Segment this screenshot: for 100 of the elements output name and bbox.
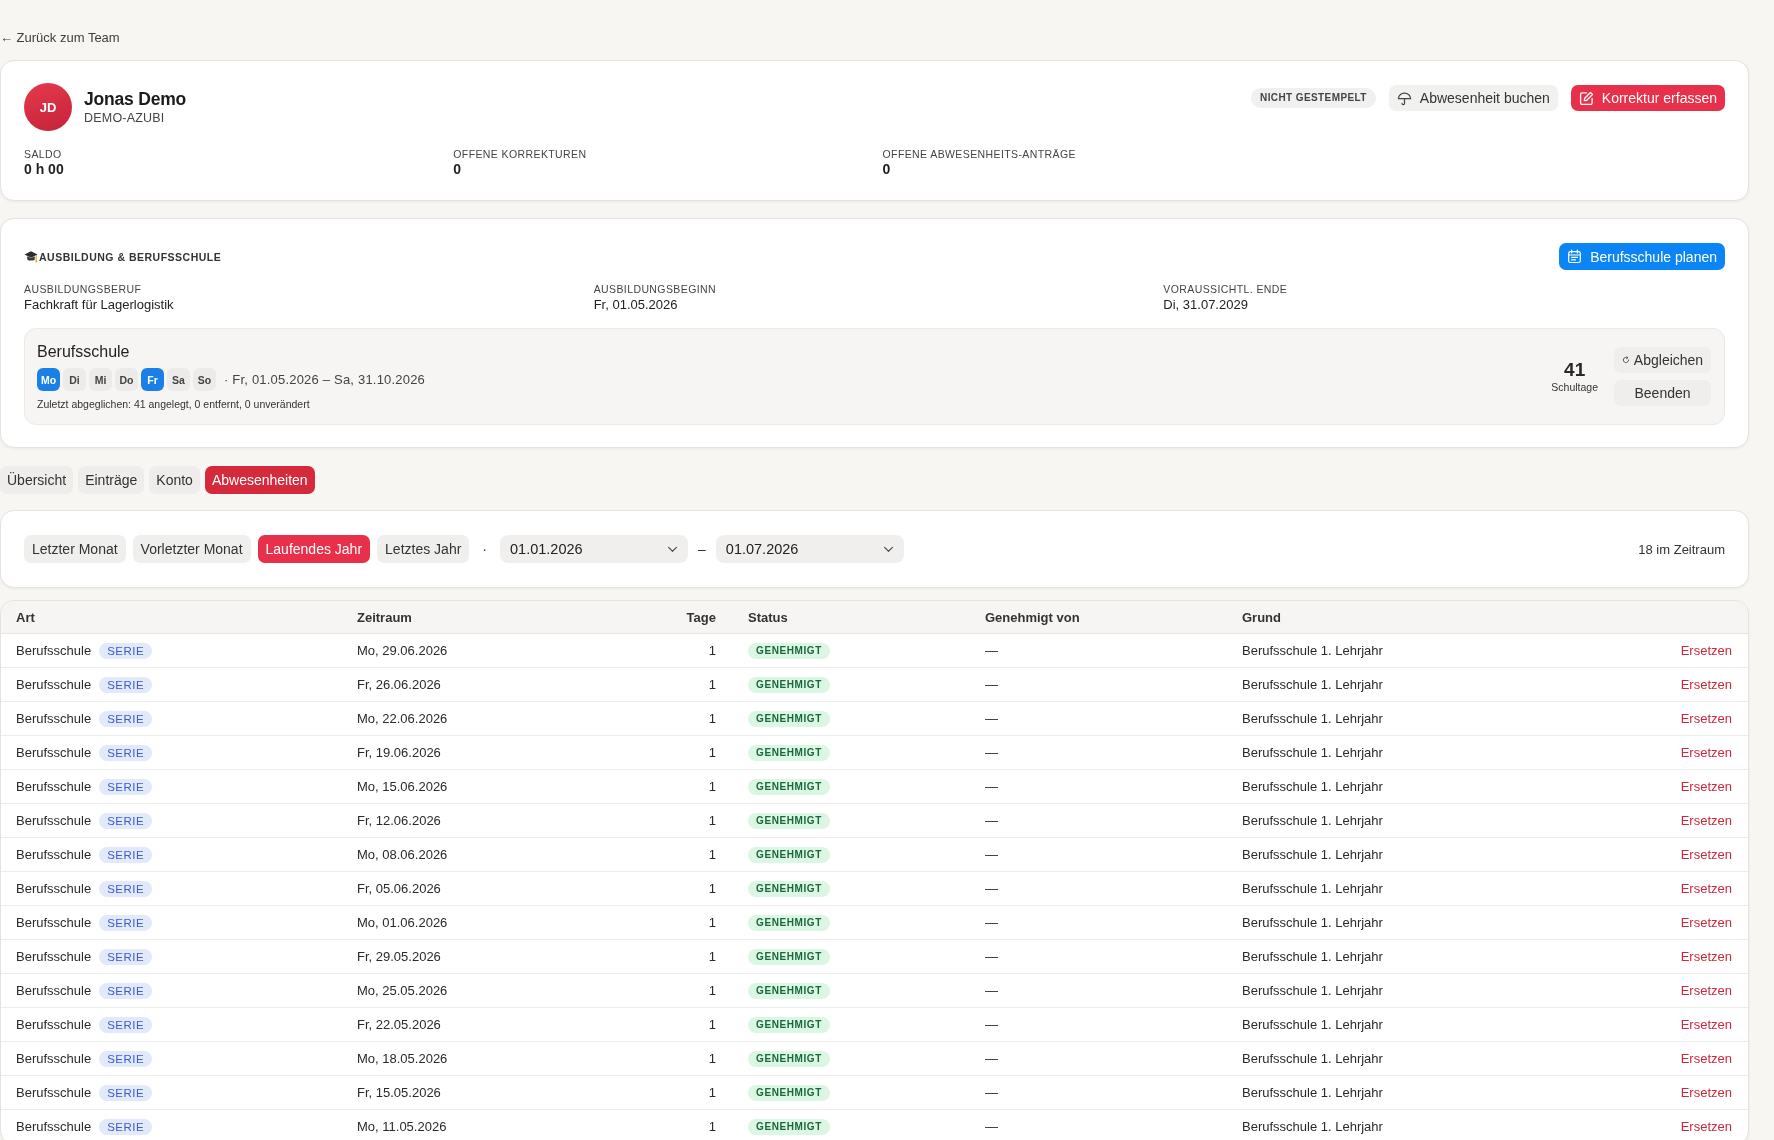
column-header: Status — [747, 609, 789, 625]
replace-link[interactable]: Ersetzen — [1680, 1119, 1732, 1134]
replace-link[interactable]: Ersetzen — [1680, 881, 1732, 896]
table-cell-text: Fr, 19.06.2026 — [357, 745, 442, 760]
table-cell-text: Berufsschule 1. Lehrjahr — [1242, 779, 1384, 794]
replace-link[interactable]: Ersetzen — [1680, 949, 1732, 964]
chevron-down-icon — [882, 545, 894, 553]
preset-button[interactable]: Letzter Monat — [24, 535, 126, 563]
absence-type: Berufsschule — [16, 949, 92, 964]
series-badge: SERIE — [99, 812, 153, 829]
table-cell-text: Mo, 11.05.2026 — [357, 1119, 448, 1134]
tab[interactable]: Abwesenheiten — [204, 466, 315, 494]
table-cell-text: Mo, 15.06.2026 — [357, 779, 449, 794]
status-badge: GENEHMIGT — [748, 676, 830, 693]
replace-link[interactable]: Ersetzen — [1680, 1051, 1732, 1066]
status-badge: GENEHMIGT — [748, 1084, 830, 1101]
result-count: 18 im Zeitraum — [1638, 541, 1725, 557]
back-link[interactable]: ← Zurück zum Team — [0, 30, 120, 46]
status-badge: GENEHMIGT — [748, 1050, 830, 1067]
weekday-chip: Mi — [89, 368, 112, 391]
replace-link[interactable]: Ersetzen — [1680, 813, 1732, 828]
absence-type: Berufsschule — [16, 847, 92, 862]
replace-link[interactable]: Ersetzen — [1680, 677, 1732, 692]
graduation-cap-icon — [24, 250, 38, 263]
stat-value: 0 — [453, 161, 463, 178]
series-badge: SERIE — [99, 778, 153, 795]
table-cell-text: Fr, 15.05.2026 — [357, 1085, 442, 1100]
weekday-chip: Mo — [37, 368, 60, 391]
status-badge: GENEHMIGT — [748, 846, 830, 863]
absence-type: Berufsschule — [16, 643, 92, 658]
preset-button[interactable]: Laufendes Jahr — [257, 535, 371, 563]
sync-button[interactable]: Abgleichen — [1614, 347, 1711, 373]
field-value: Fachkraft für Lagerlogistik — [24, 296, 175, 313]
weekday-chip: Do — [115, 368, 138, 391]
correction-button[interactable]: Korrektur erfassen — [1570, 85, 1725, 111]
table-cell-text: — — [985, 881, 999, 896]
status-badge: GENEHMIGT — [748, 914, 830, 931]
replace-link[interactable]: Ersetzen — [1680, 643, 1732, 658]
end-button[interactable]: Beenden — [1614, 380, 1711, 406]
table-cell-text: — — [985, 949, 999, 964]
series-badge: SERIE — [99, 880, 153, 897]
replace-link[interactable]: Ersetzen — [1680, 745, 1732, 760]
field-label: AUSBILDUNGSBEGINN — [593, 283, 717, 296]
table-cell-text: Mo, 08.06.2026 — [357, 847, 449, 862]
absence-type: Berufsschule — [16, 745, 92, 760]
table-cell-text: 1 — [707, 813, 716, 828]
umbrella-icon — [1396, 90, 1412, 106]
tab[interactable]: Konto — [149, 466, 200, 494]
edit-icon — [1578, 90, 1594, 106]
date-select[interactable]: 01.01.2026 — [500, 535, 688, 563]
table-cell-text: 1 — [707, 1085, 716, 1100]
table-cell-text: 1 — [707, 915, 716, 930]
table-cell-text: Berufsschule 1. Lehrjahr — [1242, 643, 1384, 658]
school-day-label: Schultage — [1551, 381, 1598, 394]
replace-link[interactable]: Ersetzen — [1680, 847, 1732, 862]
replace-link[interactable]: Ersetzen — [1680, 983, 1732, 998]
field-value: Fr, 01.05.2026 — [593, 296, 679, 313]
column-header: Zeitraum — [357, 609, 413, 625]
table-cell-text: 1 — [707, 847, 716, 862]
tab[interactable]: Übersicht — [0, 466, 74, 494]
date-select[interactable]: 01.07.2026 — [715, 535, 904, 563]
weekday-chip: Fr — [141, 368, 164, 391]
table-cell-text: Berufsschule 1. Lehrjahr — [1242, 847, 1384, 862]
table-cell-text: Fr, 22.05.2026 — [357, 1017, 442, 1032]
absence-type: Berufsschule — [16, 813, 92, 828]
preset-button[interactable]: Vorletzter Monat — [132, 535, 251, 563]
column-header: Tage — [685, 609, 716, 625]
column-header: Art — [16, 609, 36, 625]
series-badge: SERIE — [99, 1050, 153, 1067]
status-badge: GENEHMIGT — [748, 982, 830, 999]
series-badge: SERIE — [99, 710, 153, 727]
series-badge: SERIE — [99, 948, 153, 965]
replace-link[interactable]: Ersetzen — [1680, 711, 1732, 726]
replace-link[interactable]: Ersetzen — [1680, 1017, 1732, 1032]
table-cell-text: Berufsschule 1. Lehrjahr — [1242, 711, 1384, 726]
status-badge: GENEHMIGT — [748, 812, 830, 829]
tab[interactable]: Einträge — [78, 466, 145, 494]
table-cell-text: Fr, 05.06.2026 — [357, 881, 442, 896]
replace-link[interactable]: Ersetzen — [1680, 915, 1732, 930]
section-title: AUSBILDUNG & BERUFSSCHULE — [39, 250, 222, 263]
status-badge: GENEHMIGT — [748, 1118, 830, 1135]
plan-school-button[interactable]: Berufsschule planen — [1559, 243, 1725, 270]
stat-label: OFFENE ABWESENHEITS-ANTRÄGE — [882, 148, 1077, 161]
replace-link[interactable]: Ersetzen — [1680, 1085, 1732, 1100]
table-cell-text: — — [985, 1017, 999, 1032]
replace-link[interactable]: Ersetzen — [1680, 779, 1732, 794]
absence-button[interactable]: Abwesenheit buchen — [1388, 85, 1558, 111]
table-cell-text: 1 — [707, 881, 716, 896]
table-cell-text: Fr, 29.05.2026 — [357, 949, 442, 964]
column-header: Grund — [1242, 609, 1282, 625]
table-cell-text: 1 — [707, 711, 716, 726]
table-cell-text: 1 — [707, 983, 716, 998]
preset-button[interactable]: Letztes Jahr — [377, 535, 470, 563]
table-cell-text: Mo, 25.05.2026 — [357, 983, 449, 998]
stat-label: SALDO — [24, 148, 63, 161]
table-cell-text: Fr, 12.06.2026 — [357, 813, 442, 828]
range-dash: – — [697, 541, 707, 557]
table-cell-text: 1 — [707, 677, 716, 692]
series-badge: SERIE — [99, 982, 153, 999]
school-period: · Fr, 01.05.2026 – Sa, 31.10.2026 — [224, 372, 426, 387]
